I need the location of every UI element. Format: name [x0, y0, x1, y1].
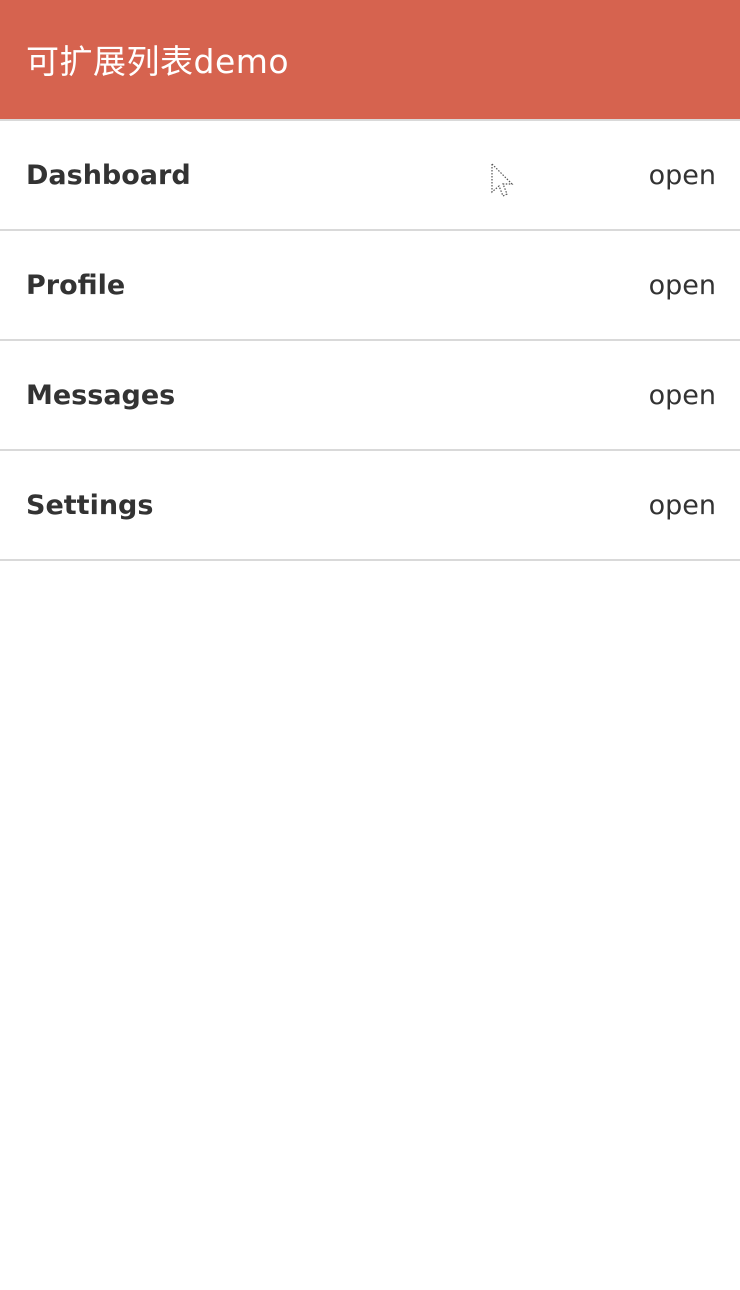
- list-item-profile[interactable]: Profile open: [0, 231, 740, 341]
- mouse-pointer-icon: [491, 162, 514, 197]
- list-item-messages[interactable]: Messages open: [0, 341, 740, 451]
- list-item-open-action[interactable]: open: [649, 380, 716, 411]
- expandable-list: Dashboard open Profile open Messages ope…: [0, 121, 740, 561]
- list-item-label: Messages: [26, 379, 176, 411]
- list-item-open-action[interactable]: open: [649, 490, 716, 521]
- list-item-open-action[interactable]: open: [649, 160, 716, 191]
- list-item-open-action[interactable]: open: [649, 270, 716, 301]
- list-item-dashboard[interactable]: Dashboard open: [0, 121, 740, 231]
- app-screen: 可扩展列表demo Dashboard open Profile open Me…: [0, 0, 740, 1290]
- list-item-settings[interactable]: Settings open: [0, 451, 740, 561]
- list-item-label: Profile: [26, 269, 126, 301]
- header-title: 可扩展列表demo: [26, 41, 290, 81]
- list-item-label: Settings: [26, 489, 154, 521]
- app-header: 可扩展列表demo: [0, 0, 740, 121]
- list-item-label: Dashboard: [26, 159, 191, 191]
